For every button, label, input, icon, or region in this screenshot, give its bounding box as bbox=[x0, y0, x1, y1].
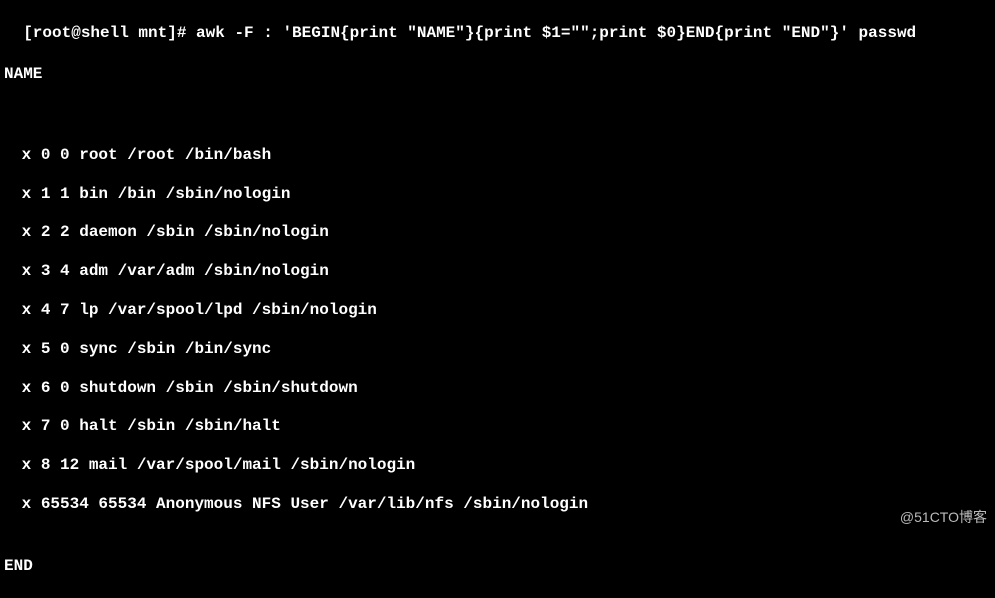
blank-line bbox=[4, 166, 991, 184]
output-entry: x 2 2 daemon /sbin /sbin/nologin bbox=[4, 222, 991, 243]
blank-line bbox=[4, 437, 991, 455]
output-entry: x 5 0 sync /sbin /bin/sync bbox=[4, 339, 991, 360]
watermark-text: @51CTO博客 bbox=[900, 508, 987, 526]
output-entry: x 7 0 halt /sbin /sbin/halt bbox=[4, 416, 991, 437]
blank-line bbox=[4, 321, 991, 339]
terminal-output[interactable]: [root@shell mnt]# awk -F : 'BEGIN{print … bbox=[4, 2, 991, 598]
blank-line bbox=[4, 360, 991, 378]
output-entry: x 8 12 mail /var/spool/mail /sbin/nologi… bbox=[4, 455, 991, 476]
output-entry: x 0 0 root /root /bin/bash bbox=[4, 145, 991, 166]
output-entry: x 65534 65534 Anonymous NFS User /var/li… bbox=[4, 494, 991, 515]
blank-line bbox=[4, 127, 991, 145]
blank-line bbox=[4, 398, 991, 416]
output-entries: x 0 0 root /root /bin/bash x 1 1 bin /bi… bbox=[4, 127, 991, 515]
output-entry: x 3 4 adm /var/adm /sbin/nologin bbox=[4, 261, 991, 282]
command-text: awk -F : 'BEGIN{print "NAME"}{print $1="… bbox=[196, 24, 916, 42]
blank-line bbox=[4, 476, 991, 494]
output-footer: END bbox=[4, 556, 991, 577]
blank-line bbox=[4, 243, 991, 261]
output-entry: x 1 1 bin /bin /sbin/nologin bbox=[4, 184, 991, 205]
output-entry: x 4 7 lp /var/spool/lpd /sbin/nologin bbox=[4, 300, 991, 321]
shell-prompt: [root@shell mnt]# bbox=[23, 24, 196, 42]
blank-line bbox=[4, 204, 991, 222]
output-header: NAME bbox=[4, 64, 991, 85]
blank-line bbox=[4, 282, 991, 300]
output-entry: x 6 0 shutdown /sbin /sbin/shutdown bbox=[4, 378, 991, 399]
